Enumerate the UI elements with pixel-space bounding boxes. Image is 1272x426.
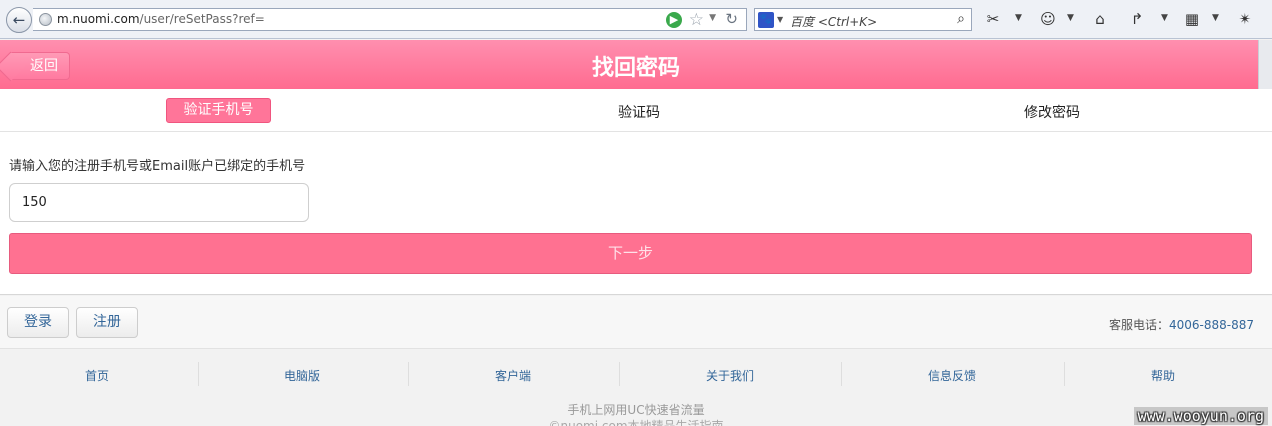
step-verify-phone: 验证手机号 [166, 98, 271, 123]
footer-link-desktop[interactable]: 电脑版 [252, 367, 352, 384]
login-button[interactable]: 登录 [7, 307, 69, 338]
hotline-number[interactable]: 4006-888-887 [1169, 318, 1254, 332]
search-placeholder: 百度 <Ctrl+K> [790, 15, 878, 29]
footer-promo[interactable]: 手机上网用UC快速省流量 [0, 401, 1272, 418]
scrollbar[interactable] [1258, 40, 1272, 89]
next-step-button[interactable]: 下一步 [9, 233, 1252, 274]
back-arrow-icon[interactable]: ← [6, 7, 32, 33]
chevron-down-icon[interactable]: ▼ [777, 15, 783, 24]
address-bar[interactable]: m.nuomi.com/user/reSetPass?ref= ▶ ☆ ▼ ↻ [33, 8, 747, 31]
chevron-down-icon[interactable]: ▼ [709, 13, 716, 23]
page-title: 找回密码 [591, 56, 680, 81]
footer-nav: 首页 电脑版 客户端 关于我们 信息反馈 帮助 [0, 350, 1272, 396]
footer-link-client[interactable]: 客户端 [463, 367, 563, 384]
search-engine-icon[interactable]: 🐾 [758, 12, 774, 28]
bug-icon[interactable]: ✴ [1236, 10, 1254, 28]
redaction-blur [50, 188, 102, 218]
footer-link-help[interactable]: 帮助 [1113, 367, 1213, 384]
register-button[interactable]: 注册 [76, 307, 138, 338]
watermark: www.wooyun.org [1133, 407, 1268, 425]
screenshot-icon[interactable]: ✂ [984, 10, 1002, 28]
reload-icon[interactable]: ↻ [725, 10, 738, 28]
smiley-icon[interactable]: ☺ [1039, 10, 1057, 28]
browser-toolbar: ← m.nuomi.com/user/reSetPass?ref= ▶ ☆ ▼ … [0, 0, 1272, 39]
chevron-down-icon[interactable]: ▼ [1067, 13, 1074, 23]
reset-form: 请输入您的注册手机号或Email账户已绑定的手机号 下一步 [0, 132, 1272, 295]
divider [198, 362, 199, 386]
browser-search-box[interactable]: 🐾 ▼ 百度 <Ctrl+K> ⌕ [754, 8, 972, 31]
chevron-down-icon[interactable]: ▼ [1015, 13, 1022, 23]
phone-prompt: 请输入您的注册手机号或Email账户已绑定的手机号 [9, 159, 306, 174]
step-change-password: 修改密码 [1024, 105, 1080, 121]
step-indicator: 验证手机号 验证码 修改密码 [0, 89, 1272, 132]
search-icon[interactable]: ⌕ [957, 11, 965, 27]
footer-link-home[interactable]: 首页 [47, 367, 147, 384]
chevron-down-icon[interactable]: ▼ [1212, 13, 1219, 23]
globe-icon [39, 13, 52, 26]
divider [1064, 362, 1065, 386]
footer-link-feedback[interactable]: 信息反馈 [902, 367, 1002, 384]
divider [408, 362, 409, 386]
divider [619, 362, 620, 386]
apps-grid-icon[interactable]: ▦ [1183, 10, 1201, 28]
go-arrow-icon[interactable]: ▶ [666, 12, 682, 28]
chevron-down-icon[interactable]: ▼ [1161, 13, 1168, 23]
star-icon[interactable]: ☆ [689, 10, 704, 30]
divider [841, 362, 842, 386]
share-icon[interactable]: ↱ [1128, 10, 1146, 28]
app-header: 返回 找回密码 [0, 40, 1272, 89]
step-verify-code: 验证码 [618, 105, 660, 121]
footer-copyright: ©nuomi.com本地精品生活指南 [548, 419, 724, 426]
account-bar: 登录 注册 客服电话：4006-888-887 [0, 296, 1272, 349]
hotline: 客服电话：4006-888-887 [1108, 318, 1254, 332]
home-icon[interactable]: ⌂ [1091, 10, 1109, 28]
url-text: m.nuomi.com/user/reSetPass?ref= [57, 12, 265, 26]
footer-link-about[interactable]: 关于我们 [680, 367, 780, 384]
